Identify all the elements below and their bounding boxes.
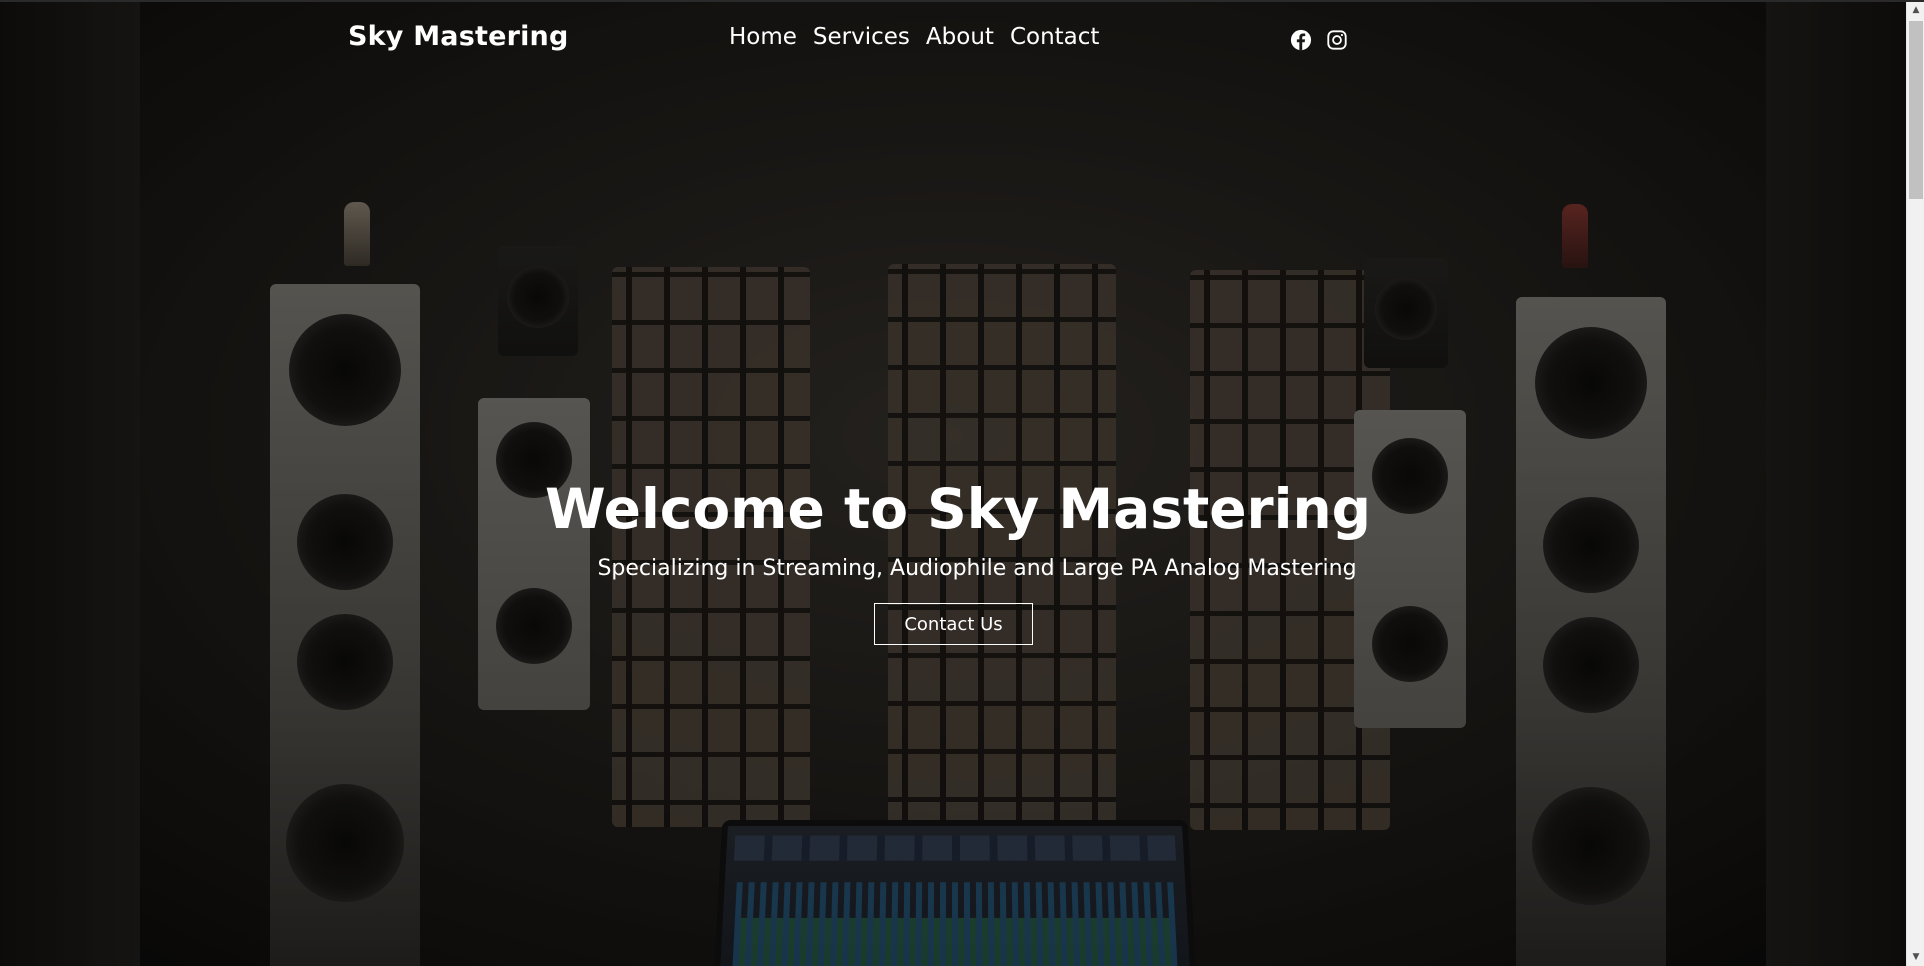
instagram-icon[interactable] [1326,29,1348,51]
main-nav: Home Services About Contact [729,24,1099,50]
page-scrollbar[interactable]: ▲ ▼ [1906,2,1924,966]
hero-title: Welcome to Sky Mastering [544,477,1372,541]
nav-link-about[interactable]: About [926,24,994,50]
hero-section: Sky Mastering Home Services About Contac… [0,2,1906,966]
site-logo[interactable]: Sky Mastering [348,21,569,52]
scroll-up-arrow-icon[interactable]: ▲ [1907,2,1924,19]
nav-link-home[interactable]: Home [729,24,797,50]
social-links [1290,29,1348,51]
scroll-down-arrow-icon[interactable]: ▼ [1907,949,1924,966]
nav-link-contact[interactable]: Contact [1010,24,1099,50]
nav-link-services[interactable]: Services [813,24,910,50]
site-header: Sky Mastering Home Services About Contac… [0,2,1906,82]
facebook-icon[interactable] [1290,29,1312,51]
contact-us-button[interactable]: Contact Us [874,603,1033,645]
scrollbar-thumb[interactable] [1909,21,1923,199]
hero-subtitle: Specializing in Streaming, Audiophile an… [597,556,1357,581]
